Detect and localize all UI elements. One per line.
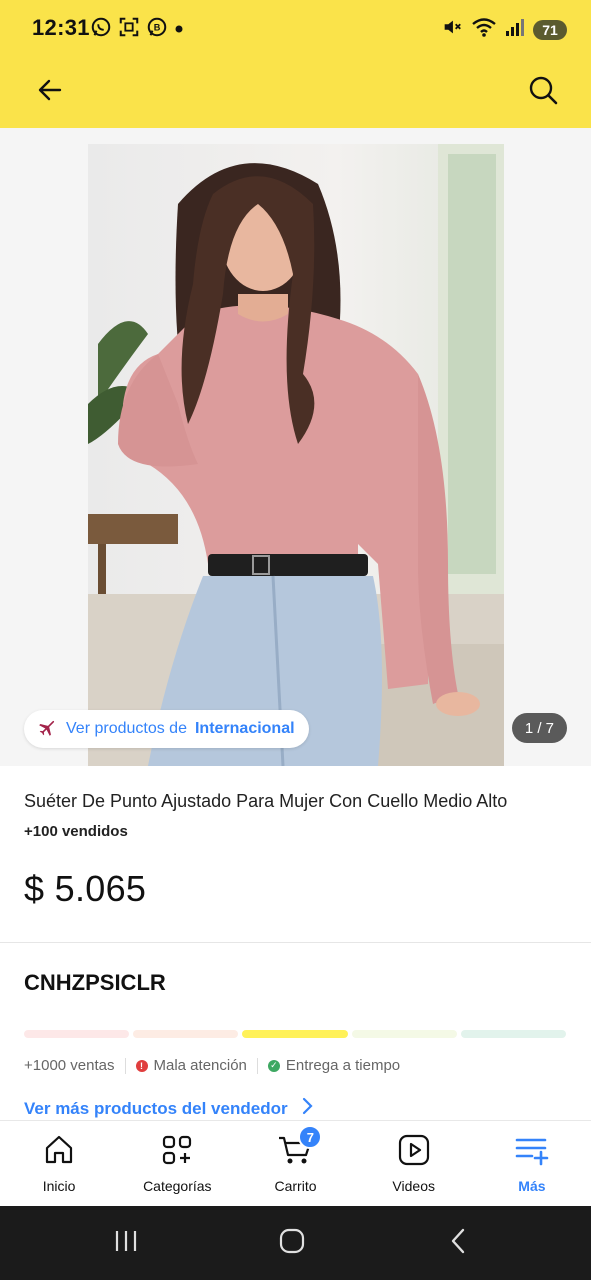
product-price: $ 5.065 bbox=[24, 868, 147, 909]
search-icon bbox=[528, 75, 558, 110]
nav-label: Videos bbox=[392, 1178, 435, 1194]
metric-separator bbox=[124, 1057, 126, 1074]
divider bbox=[0, 942, 591, 943]
search-button[interactable] bbox=[523, 72, 563, 112]
product-title: Suéter De Punto Ajustado Para Mujer Con … bbox=[24, 791, 508, 811]
app-header: 12:31 B 71 bbox=[0, 0, 591, 128]
image-counter: 1 / 7 bbox=[511, 713, 567, 743]
back-chevron-icon bbox=[449, 1228, 467, 1259]
more-menu-icon bbox=[514, 1133, 550, 1172]
reputation-segment bbox=[460, 1030, 567, 1038]
nav-item-videos[interactable]: Videos bbox=[355, 1121, 473, 1206]
recent-apps-icon bbox=[113, 1229, 139, 1258]
notification-icons: B bbox=[90, 16, 184, 43]
status-time: 12:31 bbox=[32, 15, 90, 40]
more-link-label: Ver más productos del vendedor bbox=[24, 1098, 288, 1118]
reputation-segment bbox=[351, 1030, 457, 1038]
reputation-thermometer bbox=[24, 1030, 567, 1038]
home-icon bbox=[42, 1133, 76, 1172]
status-bar: 12:31 B 71 bbox=[0, 0, 591, 58]
nav-item-carrito[interactable]: 7 Carrito bbox=[236, 1121, 354, 1206]
back-button[interactable] bbox=[30, 72, 70, 112]
nav-item-categorias[interactable]: Categorías bbox=[118, 1121, 236, 1206]
svg-text:B: B bbox=[154, 23, 161, 33]
reputation-segment bbox=[24, 1030, 130, 1038]
attention-label: Mala atención bbox=[153, 1057, 247, 1074]
seller-sales: +1000 ventas bbox=[24, 1057, 115, 1074]
international-products-link[interactable]: Ver productos de Internacional bbox=[24, 710, 309, 748]
chevron-right-icon bbox=[302, 1097, 314, 1120]
whatsapp-icon bbox=[90, 16, 112, 43]
battery-icon: 71 bbox=[533, 19, 567, 40]
nav-label: Carrito bbox=[274, 1178, 317, 1194]
seller-name[interactable]: CNHZPSICLR bbox=[24, 970, 166, 996]
alert-icon: ! bbox=[135, 1059, 148, 1072]
whatsapp-business-icon: B bbox=[146, 16, 168, 43]
bottom-navigation: Inicio Categorías 7 Carrito Videos Más bbox=[0, 1120, 591, 1206]
attention-metric: ! Mala atención bbox=[135, 1057, 247, 1074]
scan-icon bbox=[118, 16, 140, 43]
sold-count: +100 vendidos bbox=[24, 823, 128, 840]
nav-label: Categorías bbox=[143, 1178, 212, 1194]
back-system-button[interactable] bbox=[438, 1228, 478, 1258]
product-photo[interactable] bbox=[88, 144, 504, 766]
delivery-metric: ✓ Entrega a tiempo bbox=[267, 1057, 401, 1074]
nav-item-mas[interactable]: Más bbox=[473, 1121, 591, 1206]
nav-label: Inicio bbox=[42, 1178, 76, 1194]
system-navigation-bar bbox=[0, 1206, 591, 1280]
seller-metrics: +1000 ventas ! Mala atención ✓ Entrega a… bbox=[24, 1057, 400, 1074]
international-chip-text: Ver productos de bbox=[66, 720, 187, 737]
categories-icon bbox=[160, 1133, 194, 1172]
home-circle-icon bbox=[279, 1228, 305, 1259]
reputation-segment bbox=[133, 1030, 239, 1038]
seller-more-products-link[interactable]: Ver más productos del vendedor bbox=[24, 1097, 314, 1120]
international-chip-strong: Internacional bbox=[194, 720, 295, 737]
delivery-label: Entrega a tiempo bbox=[285, 1057, 401, 1074]
wifi-icon bbox=[471, 16, 497, 43]
video-icon bbox=[397, 1133, 431, 1172]
cart-badge: 7 bbox=[298, 1125, 323, 1149]
signal-icon bbox=[505, 17, 525, 42]
nav-item-inicio[interactable]: Inicio bbox=[0, 1121, 118, 1206]
arrow-left-icon bbox=[36, 76, 64, 109]
reputation-segment bbox=[242, 1030, 348, 1038]
mute-icon bbox=[441, 16, 463, 43]
product-gallery[interactable]: Ver productos de Internacional 1 / 7 bbox=[0, 128, 591, 766]
metric-separator bbox=[256, 1057, 258, 1074]
airplane-icon bbox=[38, 717, 58, 742]
system-status-icons: 71 bbox=[441, 16, 567, 43]
home-system-button[interactable] bbox=[272, 1228, 312, 1258]
nav-label: Más bbox=[518, 1178, 546, 1194]
check-icon: ✓ bbox=[267, 1059, 280, 1072]
recent-apps-button[interactable] bbox=[106, 1228, 146, 1258]
dot-icon bbox=[174, 21, 184, 39]
